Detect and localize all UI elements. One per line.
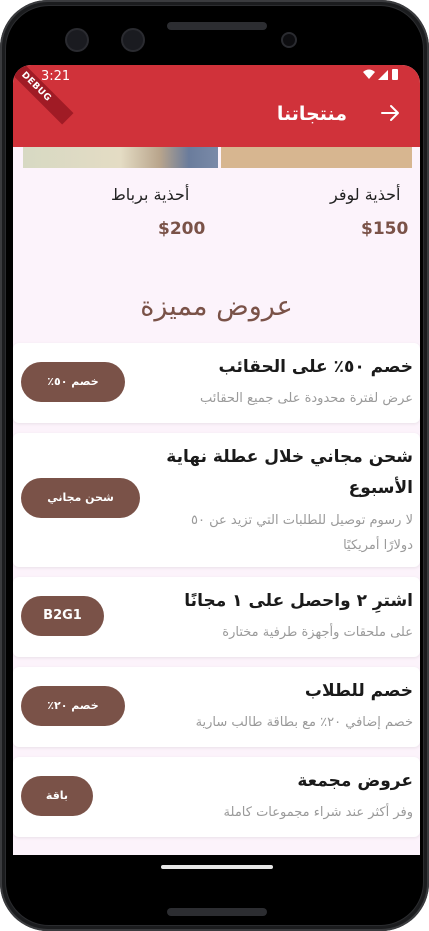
status-bar: 3:21 bbox=[13, 65, 420, 87]
offer-subtitle: على ملحقات وأجهزة طرفية مختارة bbox=[222, 625, 413, 640]
offer-card-bags[interactable]: خصم ٥٠٪ على الحقائب عرض لفترة محدودة على… bbox=[13, 343, 420, 423]
product-price-lace-shoes: $200 bbox=[158, 219, 206, 239]
offer-title: خصم للطلاب bbox=[304, 681, 413, 701]
back-arrow-icon[interactable] bbox=[378, 101, 402, 125]
offer-card-free-shipping[interactable]: شحن مجاني خلال عطلة نهاية الأسبوع لا رسو… bbox=[13, 433, 420, 567]
offer-title: عروض مجمعة bbox=[297, 771, 413, 791]
product-image-loafers[interactable] bbox=[221, 147, 412, 168]
offer-card-b2g1[interactable]: اشترِ ٢ واحصل على ١ مجانًا على ملحقات وأ… bbox=[13, 577, 420, 657]
offer-subtitle-line2: دولارًا أمريكيًا bbox=[343, 538, 413, 553]
offer-title: خصم ٥٠٪ على الحقائب bbox=[218, 357, 413, 377]
page-title: منتجاتنا bbox=[276, 103, 347, 125]
app-bar: منتجاتنا bbox=[13, 87, 420, 147]
offer-subtitle: وفر أكثر عند شراء مجموعات كاملة bbox=[223, 805, 413, 820]
offer-badge[interactable]: شحن مجاني bbox=[21, 478, 140, 518]
offer-badge[interactable]: خصم ٥٠٪ bbox=[21, 362, 125, 402]
app-screen: 3:21 منتجاتنا DEBUG أحذية لوفر $150 أحذي… bbox=[13, 65, 420, 855]
product-name-loafers: أحذية لوفر bbox=[330, 185, 401, 204]
offer-badge[interactable]: B2G1 bbox=[21, 596, 104, 636]
status-icons bbox=[362, 68, 402, 85]
offer-card-bundles[interactable]: عروض مجمعة وفر أكثر عند شراء مجموعات كام… bbox=[13, 757, 420, 837]
front-sensor bbox=[67, 30, 87, 50]
offer-badge[interactable]: خصم ٢٠٪ bbox=[21, 686, 125, 726]
front-camera bbox=[123, 30, 143, 50]
product-image-lace-shoes[interactable] bbox=[23, 147, 218, 168]
offer-subtitle: خصم إضافي ٢٠٪ مع بطاقة طالب سارية bbox=[195, 715, 413, 730]
offer-card-students[interactable]: خصم للطلاب خصم إضافي ٢٠٪ مع بطاقة طالب س… bbox=[13, 667, 420, 747]
offer-badge[interactable]: باقة bbox=[21, 776, 93, 816]
featured-offers-title: عروض مميزة bbox=[140, 291, 293, 322]
wifi-signal-battery-icon bbox=[363, 69, 398, 80]
offer-subtitle-line1: لا رسوم توصيل للطلبات التي تزيد عن ٥٠ bbox=[191, 513, 413, 528]
offer-title: اشترِ ٢ واحصل على ١ مجانًا bbox=[184, 591, 413, 611]
bottom-speaker bbox=[167, 908, 267, 916]
proximity-sensor bbox=[283, 34, 295, 46]
offer-title-line2: الأسبوع bbox=[348, 478, 413, 498]
offer-subtitle: عرض لفترة محدودة على جميع الحقائب bbox=[200, 391, 413, 406]
home-gesture-handle[interactable] bbox=[161, 865, 273, 869]
status-time: 3:21 bbox=[41, 69, 71, 84]
product-price-loafers: $150 bbox=[361, 219, 409, 239]
product-name-lace-shoes: أحذية برباط bbox=[111, 185, 190, 204]
earpiece-speaker bbox=[167, 22, 267, 30]
offer-title-line1: شحن مجاني خلال عطلة نهاية bbox=[166, 447, 413, 467]
